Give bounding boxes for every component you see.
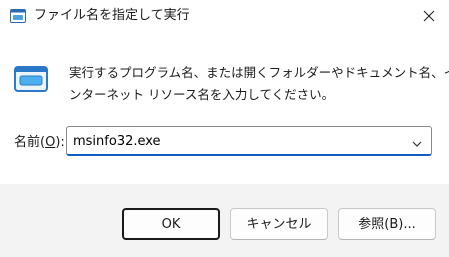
browse-button[interactable]: 参照(B)... (338, 208, 436, 240)
open-input[interactable] (73, 130, 391, 152)
run-dialog-icon (14, 66, 48, 92)
close-icon (423, 7, 435, 26)
instruction-text: 実行するプログラム名、または開くフォルダーやドキュメント名、イ ンターネット リ… (69, 62, 449, 106)
close-button[interactable] (414, 2, 444, 30)
chevron-down-icon[interactable] (411, 135, 423, 147)
ok-button[interactable]: OK (122, 208, 220, 240)
window-title: ファイル名を指定して実行 (34, 8, 190, 23)
open-label: 名前(O): (14, 134, 65, 152)
run-app-icon (10, 8, 26, 23)
open-label-mnemonic: O (45, 135, 56, 150)
cancel-button[interactable]: キャンセル (230, 208, 328, 240)
open-combobox[interactable] (66, 126, 432, 156)
run-dialog: ファイル名を指定して実行 実行するプログラム名、または開くフォルダーやドキュメン… (0, 0, 449, 257)
instruction-line-2: ンターネット リソース名を入力してください。 (69, 87, 335, 102)
open-label-suffix: ): (55, 135, 65, 150)
instruction-line-1: 実行するプログラム名、または開くフォルダーやドキュメント名、イ (69, 65, 449, 80)
open-label-prefix: 名前( (14, 135, 46, 150)
title-bar: ファイル名を指定して実行 (0, 0, 449, 33)
